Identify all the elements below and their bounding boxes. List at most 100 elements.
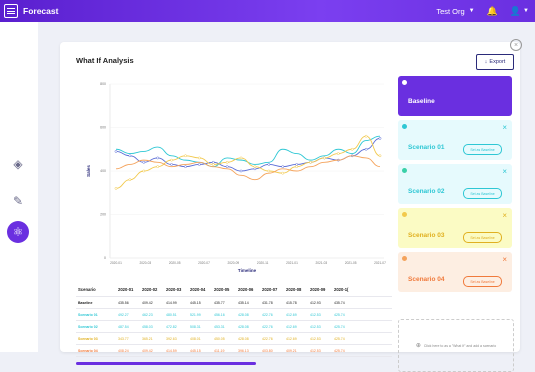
y-tick-label: 400 [100,169,106,173]
bell-icon[interactable]: 🔔 [487,6,498,17]
value-cell: 521.99 [190,312,201,317]
value-cell: 492.27 [118,312,129,317]
scenario-panel[interactable]: Scenario 04 × Set as Baseline [398,252,512,292]
value-cell: 412.69 [286,312,297,317]
value-cell: 431.78 [262,300,273,305]
column-header: 2020-04 [190,287,206,292]
series-point [184,154,187,158]
baseline-panel[interactable]: Baseline [398,76,512,116]
set-as-baseline-button[interactable]: Set as Baseline [463,188,502,199]
series-point [281,165,285,169]
x-tick-label: 2020-01 [110,261,122,265]
status-dot-icon [402,212,407,217]
series-point [239,156,243,160]
remove-scenario-icon[interactable]: × [502,255,507,264]
series-point [142,160,146,164]
add-scenario-box[interactable]: ⊕ Click here to as a "What If" and add a… [398,319,514,372]
series-point [128,154,132,158]
y-tick-label: 800 [100,82,106,86]
value-cell: 480.51 [166,312,177,317]
org-selector[interactable]: Test Org [436,7,464,16]
export-button[interactable]: ↓ Export [476,54,514,70]
main-area: × What If Analysis ↓ Export 800 600 400 200… [38,22,535,372]
user-chevron-icon[interactable]: ▼ [523,8,529,14]
scenario-name: Scenario 01 [408,144,445,151]
edit-icon[interactable]: ✎ [7,190,29,212]
x-tick-label: 2020-07 [198,261,210,265]
value-cell: 425.74 [334,312,345,317]
value-cell: 414.99 [166,300,177,305]
set-as-baseline-button[interactable]: Set as Baseline [463,276,502,287]
horizontal-scrollbar[interactable] [76,362,256,365]
scenario-name: Scenario 02 [408,188,445,195]
series-point [323,156,326,160]
layers-icon[interactable]: ◈ [7,153,29,175]
remove-scenario-icon[interactable]: × [502,211,507,220]
x-axis-label: Timeline [238,268,257,273]
value-cell: 422.76 [262,324,273,329]
series-point [156,156,160,160]
column-header: 2020-06 [238,287,254,292]
series-line [115,155,381,181]
value-cell: 435.56 [118,300,129,305]
value-cell: 450.05 [214,336,225,341]
value-cell: 409.42 [142,300,153,305]
series-point [156,165,160,169]
series-point [239,169,243,173]
series-point [253,165,257,169]
series-point [350,147,354,151]
series-point [295,165,298,169]
value-cell: 456.16 [214,312,225,317]
remove-scenario-icon[interactable]: × [502,123,507,132]
remove-scenario-icon[interactable]: × [502,167,507,176]
what-if-icon[interactable]: ⚛ [7,221,29,243]
column-header: 2020-05 [214,287,230,292]
value-cell: 425.74 [334,324,345,329]
user-icon[interactable]: 👤 [510,6,521,17]
y-axis-label: Sales [86,165,91,177]
scenario-table: Scenario 2020-01 2020-02 2020-03 2020-04 2020… [76,283,392,357]
forecast-line-chart: 800 600 400 200 0 2020-01 2020-03 2020-05 2020-0… [86,82,386,273]
value-cell: 435.77 [214,300,225,305]
value-cell: 412.53 [310,312,321,317]
series-point [295,163,298,166]
series-point [198,163,201,166]
x-tick-label: 2020-05 [169,261,181,265]
table-row: Scenario 02 487.54 458.03 472.82 508.31 453.3… [76,321,392,333]
x-tick-label: 2020-09 [227,261,239,265]
value-cell: 412.69 [286,324,297,329]
value-cell: 392.63 [166,336,177,341]
value-cell: 445.15 [190,300,201,305]
scenario-panel[interactable]: Scenario 02 × Set as Baseline [398,164,512,204]
forecast-logo-icon [4,4,18,18]
column-header: 2020-09 [310,287,326,292]
value-cell: 508.31 [190,324,201,329]
column-header: 2020-1( [334,287,349,292]
card-title: What If Analysis [76,56,134,65]
y-tick-label: 200 [100,213,106,217]
scenario-panel[interactable]: Scenario 03 × Set as Baseline [398,208,512,248]
value-cell: 458.03 [142,324,153,329]
series-point [281,171,285,175]
set-as-baseline-button[interactable]: Set as Baseline [463,232,502,243]
add-scenario-text: Click here to as a "What If" and add a s… [423,343,497,348]
series-point [142,169,146,173]
top-bar: Forecast Test Org ▼ 🔔 👤 ▼ [0,0,535,22]
set-as-baseline-button[interactable]: Set as Baseline [463,144,502,155]
x-tick-label: 2021-03 [315,261,327,265]
value-cell: 428.08 [238,336,249,341]
scenario-name-cell: Scenario 02 [78,324,98,329]
series-point [364,147,368,151]
value-cell: 412.69 [286,336,297,341]
scenario-name-cell: Baseline [78,300,93,305]
scenario-panel[interactable]: Scenario 01 × Set as Baseline [398,120,512,160]
chevron-down-icon[interactable]: ▼ [469,8,475,14]
series-line [115,137,381,172]
close-icon[interactable]: × [510,39,522,51]
x-tick-label: 2020-03 [139,261,151,265]
value-cell: 453.31 [214,324,225,329]
app-title: Forecast [23,6,59,16]
value-cell: 365.21 [142,336,153,341]
column-header: 2020-08 [286,287,302,292]
table-row: Scenario 03 343.77 365.21 392.63 408.01 450.0… [76,333,392,345]
